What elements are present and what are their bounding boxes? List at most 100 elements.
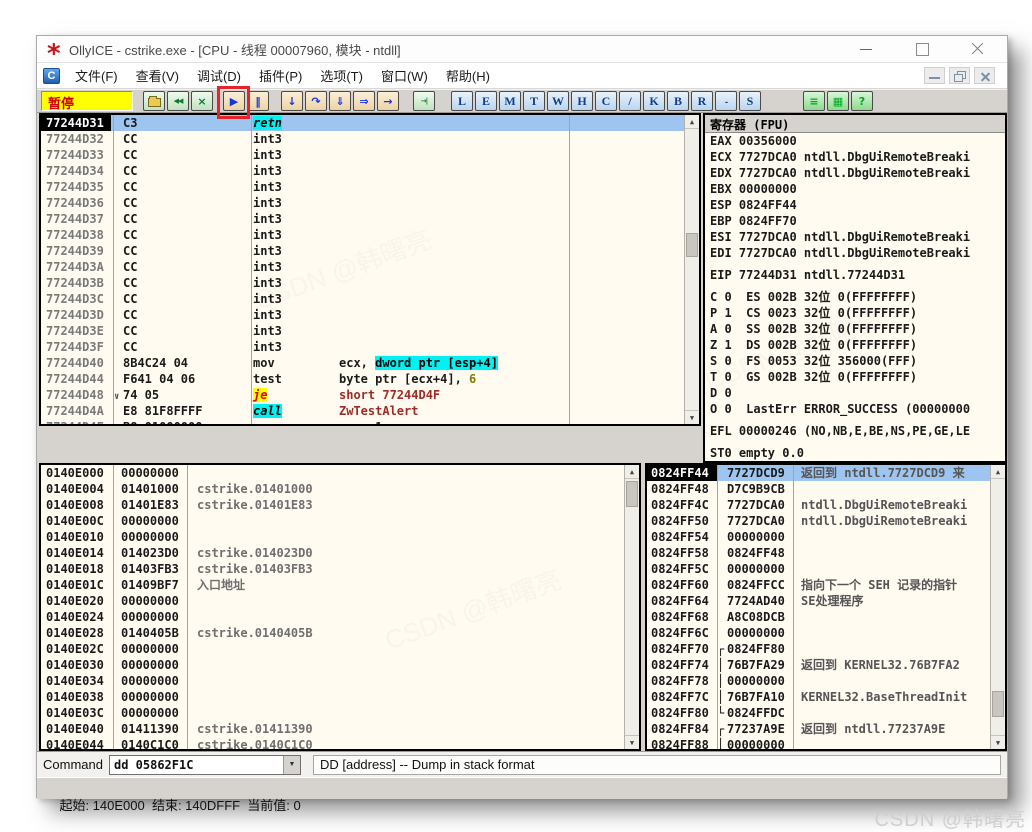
disasm-row[interactable]: 77244D38CCint3 <box>41 227 699 243</box>
register-line[interactable]: EFL 00000246 (NO,NB,E,BE,NS,PE,GE,LE <box>705 423 1005 439</box>
scroll-down-icon[interactable]: ▼ <box>625 735 639 749</box>
dump-row[interactable]: 0140E03C00000000 <box>41 705 639 721</box>
close-icon[interactable] <box>971 43 985 55</box>
stack-row[interactable]: 0824FF70┌0824FF80 <box>647 641 1005 657</box>
animate-into-button[interactable]: ⇓ <box>329 91 351 111</box>
register-line[interactable]: ESI 7727DCA0 ntdll.DbgUiRemoteBreaki <box>705 229 1005 245</box>
appearance-button[interactable]: ▦ <box>827 91 849 111</box>
menu-item-file[interactable]: 文件(F) <box>66 63 127 88</box>
source-button[interactable]: S <box>739 91 761 111</box>
stack-row[interactable]: 0824FF78│00000000 <box>647 673 1005 689</box>
close-process-button[interactable]: × <box>191 91 213 111</box>
stack-row[interactable]: 0824FF50 7727DCA0ntdll.DbgUiRemoteBreaki <box>647 513 1005 529</box>
register-line[interactable]: EBP 0824FF70 <box>705 213 1005 229</box>
scroll-down-icon[interactable]: ▼ <box>685 410 699 424</box>
help-button[interactable]: ? <box>851 91 873 111</box>
animate-over-button[interactable]: ⇒ <box>353 91 375 111</box>
disasm-row[interactable]: 77244D34CCint3 <box>41 163 699 179</box>
child-minimize-icon[interactable] <box>924 67 945 84</box>
executables-window-button[interactable]: E <box>475 91 497 111</box>
execute-till-return-button[interactable]: → <box>377 91 399 111</box>
stack-row[interactable]: 0824FF58 0824FF48 <box>647 545 1005 561</box>
threads-window-button[interactable]: T <box>523 91 545 111</box>
dump-row[interactable]: 0140E00000000000 <box>41 465 639 481</box>
run-button[interactable]: ▶ <box>223 91 245 111</box>
register-line[interactable]: S 0 FS 0053 32位 356000(FFF) <box>705 353 1005 369</box>
stack-row[interactable]: 0824FF54 00000000 <box>647 529 1005 545</box>
dump-row[interactable]: 0140E01000000000 <box>41 529 639 545</box>
stack-row[interactable]: 0824FF84┌77237A9E返回到 ntdll.77237A9E <box>647 721 1005 737</box>
call-stack-button[interactable]: K <box>643 91 665 111</box>
stack-row[interactable]: 0824FF44 7727DCD9返回到 ntdll.7727DCD9 来 <box>647 465 1005 481</box>
stack-row[interactable]: 0824FF4C 7727DCA0ntdll.DbgUiRemoteBreaki <box>647 497 1005 513</box>
stack-row[interactable]: 0824FF80└0824FFDC <box>647 705 1005 721</box>
maximize-icon[interactable] <box>915 43 929 55</box>
disasm-row[interactable]: 77244D35CCint3 <box>41 179 699 195</box>
menu-item-plugins[interactable]: 插件(P) <box>250 63 311 88</box>
minimize-icon[interactable] <box>859 43 873 55</box>
scroll-up-icon[interactable]: ▲ <box>685 115 699 129</box>
register-line[interactable]: D 0 <box>705 385 1005 401</box>
restart-button[interactable]: ◀◀ <box>167 91 189 111</box>
dump-row[interactable]: 0140E0280140405Bcstrike.0140405B <box>41 625 639 641</box>
disasm-row[interactable]: 77244D44F641 04 06testbyte ptr [ecx+4], … <box>41 371 699 387</box>
dump-row[interactable]: 0140E02C00000000 <box>41 641 639 657</box>
windows-button[interactable]: W <box>547 91 569 111</box>
disasm-row[interactable]: 77244D3DCCint3 <box>41 307 699 323</box>
register-line[interactable]: A 0 SS 002B 32位 0(FFFFFFFF) <box>705 321 1005 337</box>
register-line[interactable]: C 0 ES 002B 32位 0(FFFFFFFF) <box>705 289 1005 305</box>
stack-row[interactable]: 0824FF48 D7C9B9CB <box>647 481 1005 497</box>
stack-row[interactable]: 0824FF74│76B7FA29返回到 KERNEL32.76B7FA2 <box>647 657 1005 673</box>
menu-item-debug[interactable]: 调试(D) <box>188 63 250 88</box>
command-input[interactable] <box>110 756 283 774</box>
disasm-row[interactable]: 77244D36CCint3 <box>41 195 699 211</box>
stack-row[interactable]: 0824FF6C 00000000 <box>647 625 1005 641</box>
stack-row[interactable]: 0824FF5C 00000000 <box>647 561 1005 577</box>
disasm-row[interactable]: 77244D33CCint3 <box>41 147 699 163</box>
register-line[interactable]: EAX 00356000 <box>705 133 1005 149</box>
disasm-row[interactable]: 77244D3CCCint3 <box>41 291 699 307</box>
disasm-row[interactable]: 77244D3BCCint3 <box>41 275 699 291</box>
breakpoints-button[interactable]: B <box>667 91 689 111</box>
references-button[interactable]: R <box>691 91 713 111</box>
disasm-row[interactable]: 77244D4FB8 01000000moveax, 1 <box>41 419 699 426</box>
scroll-thumb[interactable] <box>992 691 1004 717</box>
disasm-row[interactable]: 77244D4AE8 81F8FFFFcallZwTestAlert <box>41 403 699 419</box>
child-restore-icon[interactable] <box>949 67 970 84</box>
menu-item-options[interactable]: 选项(T) <box>311 63 372 88</box>
disasm-row[interactable]: 77244D31C3retn <box>41 115 699 131</box>
dump-row[interactable]: 0140E014014023D0cstrike.014023D0 <box>41 545 639 561</box>
stack-row[interactable]: 0824FF64 7724AD40SE处理程序 <box>647 593 1005 609</box>
dump-row[interactable]: 0140E03000000000 <box>41 657 639 673</box>
cpu-window-button[interactable]: C <box>595 91 617 111</box>
dump-row[interactable]: 0140E04001411390cstrike.01411390 <box>41 721 639 737</box>
disasm-row[interactable]: 77244D3ECCint3 <box>41 323 699 339</box>
disasm-row[interactable]: 77244D39CCint3 <box>41 243 699 259</box>
patches-button[interactable]: / <box>619 91 641 111</box>
register-line[interactable]: ST0 empty 0.0 <box>705 445 1005 461</box>
disasm-row[interactable]: 77244D48∨74 05jeshort 77244D4F <box>41 387 699 403</box>
run-trace-button[interactable]: ... <box>715 91 737 111</box>
open-file-button[interactable] <box>143 91 165 111</box>
scroll-thumb[interactable] <box>626 481 638 507</box>
register-line[interactable]: ESP 0824FF44 <box>705 197 1005 213</box>
disasm-row[interactable]: 77244D408B4C24 04movecx, dword ptr [esp+… <box>41 355 699 371</box>
register-line[interactable]: ECX 7727DCA0 ntdll.DbgUiRemoteBreaki <box>705 149 1005 165</box>
step-over-button[interactable]: ↷ <box>305 91 327 111</box>
dump-row[interactable]: 0140E00801401E83cstrike.01401E83 <box>41 497 639 513</box>
dump-row[interactable]: 0140E00C00000000 <box>41 513 639 529</box>
debug-options-button[interactable]: ≡ <box>803 91 825 111</box>
disasm-scrollbar[interactable]: ▲ ▼ <box>684 115 699 424</box>
cpu-child-window-icon[interactable]: C <box>43 68 60 84</box>
dump-row[interactable]: 0140E00401401000cstrike.01401000 <box>41 481 639 497</box>
dump-row[interactable]: 0140E01801403FB3cstrike.01403FB3 <box>41 561 639 577</box>
stack-scrollbar[interactable]: ▲ ▼ <box>990 465 1005 749</box>
register-line[interactable]: EDI 7727DCA0 ntdll.DbgUiRemoteBreaki <box>705 245 1005 261</box>
stack-row[interactable]: 0824FF68 A8C08DCB <box>647 609 1005 625</box>
register-line[interactable]: EDX 7727DCA0 ntdll.DbgUiRemoteBreaki <box>705 165 1005 181</box>
stack-row[interactable]: 0824FF60 0824FFCC指向下一个 SEH 记录的指针 <box>647 577 1005 593</box>
disasm-row[interactable]: 77244D3FCCint3 <box>41 339 699 355</box>
register-line[interactable]: EIP 77244D31 ntdll.77244D31 <box>705 267 1005 283</box>
register-line[interactable]: P 1 CS 0023 32位 0(FFFFFFFF) <box>705 305 1005 321</box>
step-into-button[interactable]: ↓ <box>281 91 303 111</box>
